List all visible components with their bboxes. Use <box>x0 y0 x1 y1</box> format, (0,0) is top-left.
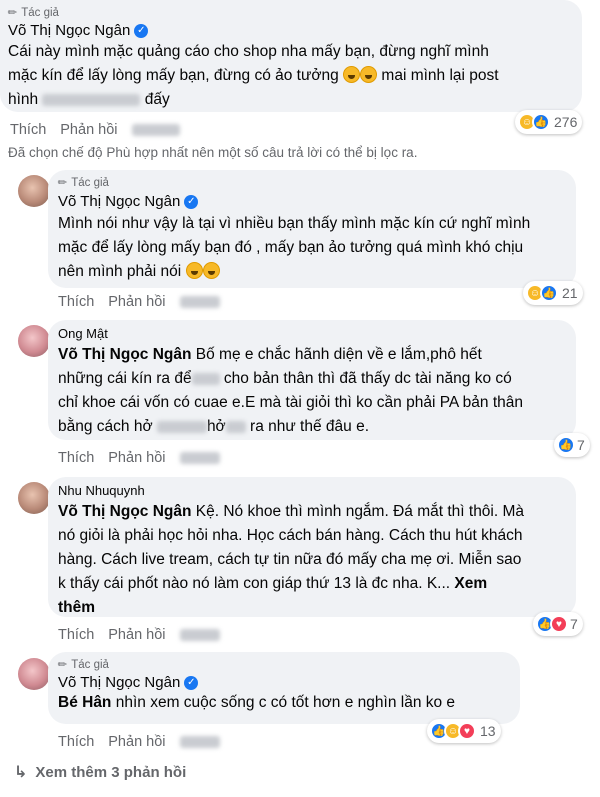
avatar[interactable] <box>18 325 50 357</box>
comment-author-name[interactable]: Võ Thị Ngọc Ngân <box>58 193 180 210</box>
reaction-summary[interactable]: ☺ 👍 276 <box>515 110 583 134</box>
filter-notice: Đã chọn chế độ Phù hợp nhất nên một số c… <box>8 145 418 160</box>
reaction-summary[interactable]: 👍 ♥ 7 <box>533 612 583 636</box>
comment-text: Võ Thị Ngọc Ngân Kệ. Nó khoe thì mình ng… <box>58 500 566 620</box>
reply-button[interactable]: Phản hồi <box>108 627 165 643</box>
see-more-link[interactable]: Xem <box>454 575 487 592</box>
reply-button[interactable]: Phản hồi <box>108 450 165 466</box>
reaction-summary[interactable]: 👍 ☺ ♥ 13 <box>427 719 501 743</box>
comment-author-name[interactable]: Nhu Nhuquynh <box>58 483 566 498</box>
like-button[interactable]: Thích <box>58 450 94 466</box>
reply-button[interactable]: Phản hồi <box>108 294 165 310</box>
comment-text: Mình nói như vậy là tại vì nhiều bạn thấ… <box>58 215 531 280</box>
reply-bubble: ✎ Tác giả Võ Thị Ngọc Ngân ✓ Bé Hân nhìn… <box>48 652 520 724</box>
blurred-timestamp <box>179 629 220 641</box>
comment-text: Cái này mình mặc quảng cáo cho shop nha … <box>8 43 499 108</box>
comment-text: Bé Hân nhìn xem cuộc sống c có tốt hơn e… <box>58 694 456 711</box>
pen-icon: ✎ <box>55 175 71 191</box>
verified-badge-icon: ✓ <box>184 675 199 690</box>
love-icon: ♥ <box>458 722 476 740</box>
see-more-replies-link[interactable]: ↳ Xem thêm 3 phản hồi <box>14 762 186 782</box>
blurred-text <box>42 93 141 106</box>
author-tag: ✎ Tác giả <box>5 5 59 21</box>
comment-author-name[interactable]: Võ Thị Ngọc Ngân <box>58 674 180 691</box>
like-icon: 👍 <box>557 436 575 454</box>
avatar[interactable] <box>18 175 50 207</box>
mention-link[interactable]: Võ Thị Ngọc Ngân <box>58 503 191 520</box>
like-button[interactable]: Thích <box>58 734 94 750</box>
see-more-link[interactable]: thêm <box>58 596 566 620</box>
verified-badge-icon: ✓ <box>184 194 199 209</box>
reply-bubble: Ong Mật Võ Thị Ngọc Ngân Bố mẹ e chắc hã… <box>48 320 576 440</box>
rofl-emoji-icon <box>202 262 220 279</box>
pen-icon: ✎ <box>5 5 21 21</box>
comment-author-name[interactable]: Ong Mật <box>58 326 566 341</box>
like-icon: 👍 <box>540 284 558 302</box>
reply-bubble: ✎ Tác giả Võ Thị Ngọc Ngân ✓ Mình nói nh… <box>48 170 576 288</box>
rofl-emoji-icon <box>343 66 361 83</box>
blurred-timestamp <box>179 736 220 748</box>
like-icon: 👍 <box>532 113 550 131</box>
like-button[interactable]: Thích <box>58 294 94 310</box>
reply-bubble: Nhu Nhuquynh Võ Thị Ngọc Ngân Kệ. Nó kho… <box>48 477 576 617</box>
rofl-emoji-icon <box>185 262 203 279</box>
blurred-text <box>191 372 220 385</box>
reply-button[interactable]: Phản hồi <box>108 734 165 750</box>
avatar[interactable] <box>18 658 50 690</box>
rofl-emoji-icon <box>360 66 378 83</box>
comment-author-name[interactable]: Võ Thị Ngọc Ngân <box>8 22 130 39</box>
verified-badge-icon: ✓ <box>134 23 149 38</box>
avatar[interactable] <box>18 482 50 514</box>
reply-button[interactable]: Phản hồi <box>60 122 117 138</box>
reply-arrow-icon: ↳ <box>14 764 28 781</box>
mention-link[interactable]: Bé Hân <box>58 694 111 711</box>
reaction-summary[interactable]: ☺ 👍 21 <box>523 281 583 305</box>
author-tag: ✎ Tác giả <box>55 175 109 191</box>
comment-text: Võ Thị Ngọc Ngân Bố mẹ e chắc hãnh diện … <box>58 346 524 435</box>
pen-icon: ✎ <box>55 657 71 673</box>
top-comment-bubble: ✎ Tác giả Võ Thị Ngọc Ngân ✓ Cái này mìn… <box>0 0 582 112</box>
blurred-timestamp <box>131 124 180 136</box>
reaction-summary[interactable]: 👍 7 <box>554 433 590 457</box>
blurred-text <box>225 420 246 433</box>
mention-link[interactable]: Võ Thị Ngọc Ngân <box>58 346 191 363</box>
blurred-timestamp <box>179 452 220 464</box>
blurred-text <box>156 420 207 433</box>
like-button[interactable]: Thích <box>10 122 46 138</box>
love-icon: ♥ <box>550 615 568 633</box>
like-button[interactable]: Thích <box>58 627 94 643</box>
author-tag: ✎ Tác giả <box>55 657 109 673</box>
blurred-timestamp <box>179 296 220 308</box>
